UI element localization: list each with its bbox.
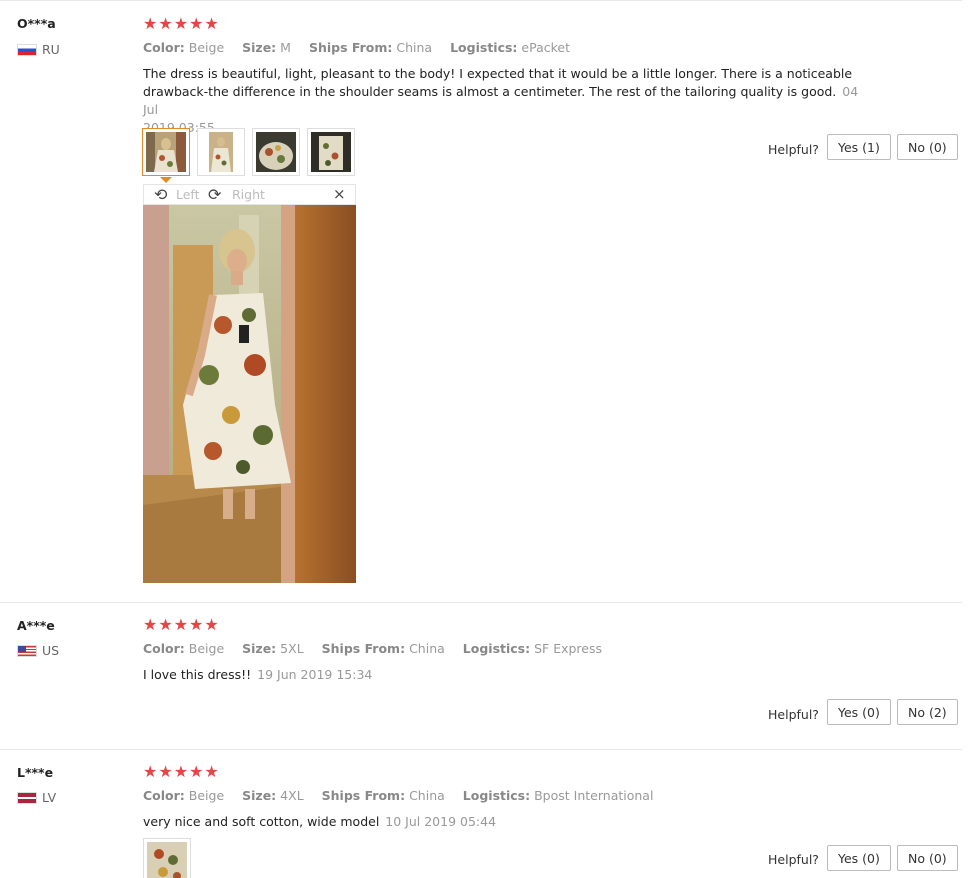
photo-thumbnail-image (146, 132, 186, 172)
reviewer-name: O***a (17, 16, 56, 31)
review-date: 10 Jul 2019 05:44 (385, 814, 497, 829)
rotate-left-label[interactable]: Left (176, 187, 200, 202)
flag-ru-icon (17, 43, 37, 56)
reviewer-country: LV (17, 790, 56, 805)
logistics-label: Logistics: (450, 40, 518, 55)
color-label: Color: (143, 788, 185, 803)
color-value: Beige (188, 641, 225, 656)
country-code: US (42, 643, 60, 658)
photo-thumbnail-image (256, 132, 296, 172)
size-label: Size: (242, 641, 277, 656)
review-photo-thumb[interactable] (197, 128, 245, 176)
review-photo-thumb[interactable] (307, 128, 355, 176)
reviewer-name: A***e (17, 618, 55, 633)
helpful-label: Helpful? (768, 142, 819, 157)
review-attributes: Color: Beige Size: 5XL Ships From: China… (143, 641, 602, 656)
review-text: I love this dress!! 19 Jun 2019 15:34 (143, 667, 373, 682)
ships-from-value: China (396, 40, 433, 55)
top-divider (0, 0, 962, 1)
photo-thumbnail-image (147, 842, 187, 878)
helpful-no-button[interactable]: No (0) (897, 845, 958, 871)
reviewer-country: RU (17, 42, 60, 57)
review-text: The dress is beautiful, light, pleasant … (143, 65, 863, 137)
review-photo-thumb[interactable] (142, 128, 190, 176)
size-label: Size: (242, 40, 277, 55)
review-divider (0, 749, 962, 750)
review-attributes: Color: Beige Size: 4XL Ships From: China… (143, 788, 653, 803)
helpful-no-button[interactable]: No (2) (897, 699, 958, 725)
ships-from-label: Ships From: (321, 788, 406, 803)
review-text-line: The dress is beautiful, light, pleasant … (143, 66, 853, 81)
photo-thumbnail-image (311, 132, 351, 172)
color-label: Color: (143, 641, 185, 656)
ships-from-value: China (409, 788, 445, 803)
photo-viewer-toolbar: ⟲ Left ⟳ Right × (143, 184, 356, 205)
color-label: Color: (143, 40, 185, 55)
helpful-yes-button[interactable]: Yes (0) (827, 845, 891, 871)
size-value: M (280, 40, 291, 55)
star-rating: ★★★★★ (143, 14, 220, 33)
review-attributes: Color: Beige Size: M Ships From: China L… (143, 40, 570, 55)
review-date: 19 Jun 2019 15:34 (257, 667, 373, 682)
rotate-left-icon[interactable]: ⟲ (154, 185, 167, 204)
helpful-yes-button[interactable]: Yes (1) (827, 134, 891, 160)
logistics-label: Logistics: (462, 641, 531, 656)
enlarged-photo-image (143, 205, 356, 583)
review-text: very nice and soft cotton, wide model 10 … (143, 814, 497, 829)
size-label: Size: (242, 788, 277, 803)
reviewer-name: L***e (17, 765, 54, 780)
ships-from-value: China (409, 641, 445, 656)
helpful-label: Helpful? (768, 852, 819, 867)
logistics-label: Logistics: (462, 788, 531, 803)
ships-from-label: Ships From: (308, 40, 393, 55)
review-photo-thumb[interactable] (143, 838, 191, 878)
country-code: RU (42, 42, 60, 57)
enlarged-review-photo (143, 205, 356, 583)
review-date-continued: 2019 03:55 (143, 119, 863, 137)
size-value: 4XL (280, 788, 304, 803)
review-divider (0, 602, 962, 603)
country-code: LV (42, 790, 57, 805)
star-rating: ★★★★★ (143, 615, 220, 634)
rotate-right-label[interactable]: Right (232, 187, 265, 202)
ships-from-label: Ships From: (321, 641, 406, 656)
photo-thumbnail-image (201, 132, 241, 172)
logistics-value: Bpost International (534, 788, 654, 803)
logistics-value: ePacket (521, 40, 571, 55)
flag-us-icon (17, 644, 37, 657)
rotate-right-icon[interactable]: ⟳ (208, 185, 221, 204)
flag-lv-icon (17, 791, 37, 804)
helpful-yes-button[interactable]: Yes (0) (827, 699, 891, 725)
star-rating: ★★★★★ (143, 762, 220, 781)
review-text-line: drawback-the difference in the shoulder … (143, 84, 859, 117)
color-value: Beige (188, 788, 225, 803)
review-photo-thumb[interactable] (252, 128, 300, 176)
helpful-no-button[interactable]: No (0) (897, 134, 958, 160)
reviewer-country: US (17, 643, 59, 658)
close-icon[interactable]: × (333, 185, 346, 203)
logistics-value: SF Express (534, 641, 603, 656)
active-thumb-indicator (160, 177, 172, 183)
helpful-label: Helpful? (768, 707, 819, 722)
size-value: 5XL (280, 641, 304, 656)
color-value: Beige (188, 40, 225, 55)
